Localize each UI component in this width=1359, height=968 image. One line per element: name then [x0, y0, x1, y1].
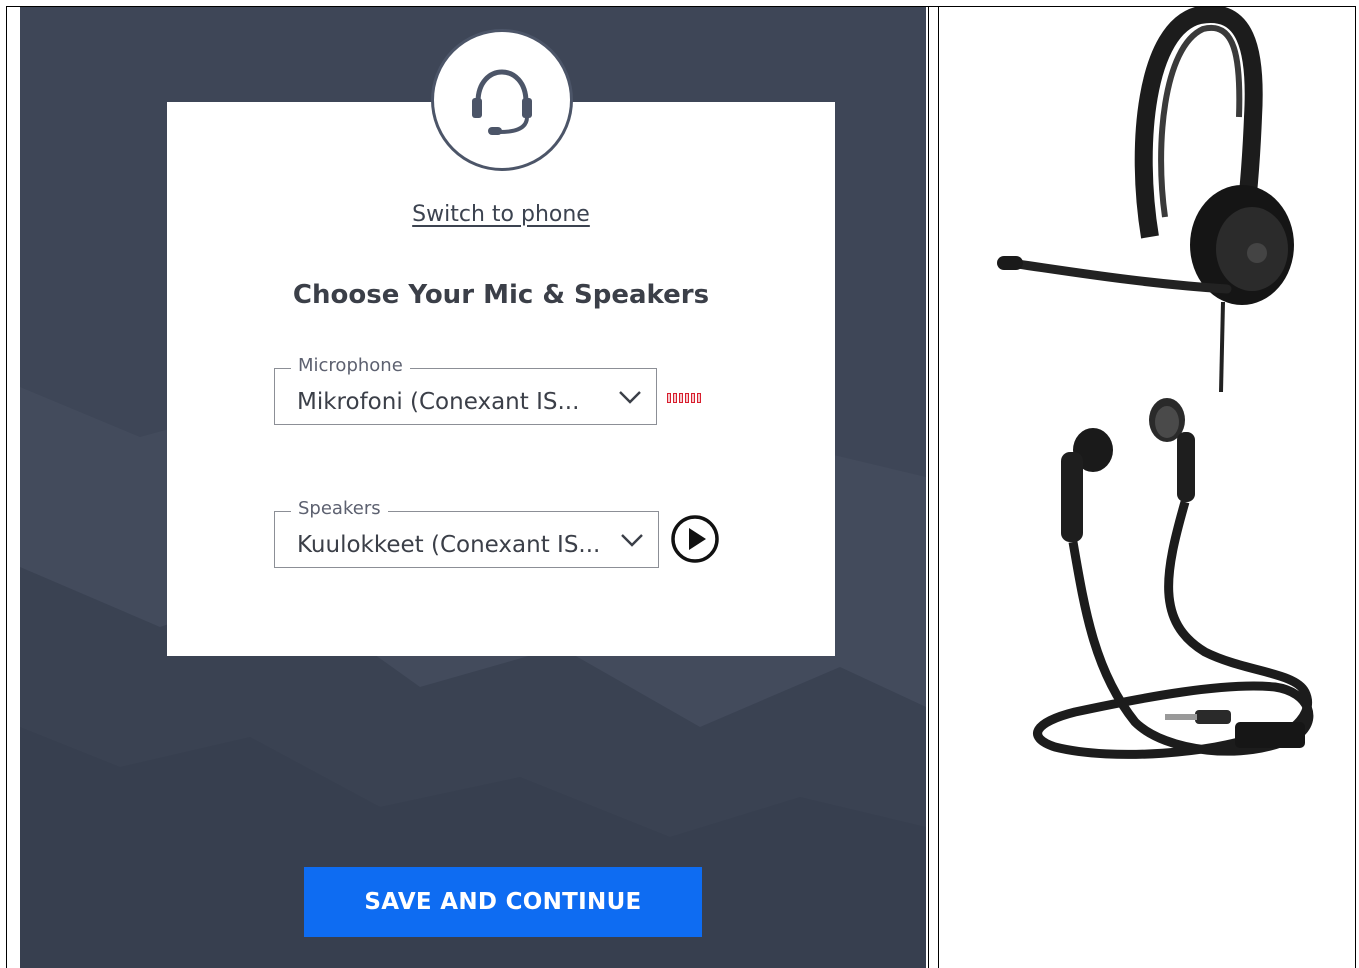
chevron-down-icon	[619, 391, 641, 404]
earbuds-photo	[1033, 398, 1314, 759]
switch-to-phone-link[interactable]: Switch to phone	[167, 202, 835, 227]
chevron-down-icon	[621, 534, 643, 547]
headset-icon	[472, 69, 532, 135]
table-cell-divider	[938, 6, 939, 968]
dialog-heading: Choose Your Mic & Speakers	[292, 280, 710, 310]
microphone-select[interactable]: Microphone Mikrofoni (Conexant IS...	[274, 355, 657, 425]
table-cell-divider	[928, 6, 929, 968]
speakers-select[interactable]: Speakers Kuulokkeet (Conexant IS...	[274, 498, 659, 568]
speakers-label: Speakers	[291, 498, 388, 519]
product-photos	[940, 7, 1355, 968]
save-and-continue-button[interactable]: SAVE AND CONTINUE	[304, 867, 702, 937]
audio-settings-screen: Switch to phone Choose Your Mic & Speake…	[20, 7, 926, 968]
headset-photo	[997, 7, 1294, 393]
microphone-value: Mikrofoni (Conexant IS...	[297, 389, 580, 415]
device-selection-card: Switch to phone Choose Your Mic & Speake…	[167, 102, 835, 656]
microphone-label: Microphone	[291, 355, 410, 376]
headset-avatar	[431, 29, 573, 171]
play-test-sound-icon[interactable]	[670, 514, 720, 564]
microphone-level-meter	[667, 393, 701, 403]
speakers-value: Kuulokkeet (Conexant IS...	[297, 532, 601, 558]
